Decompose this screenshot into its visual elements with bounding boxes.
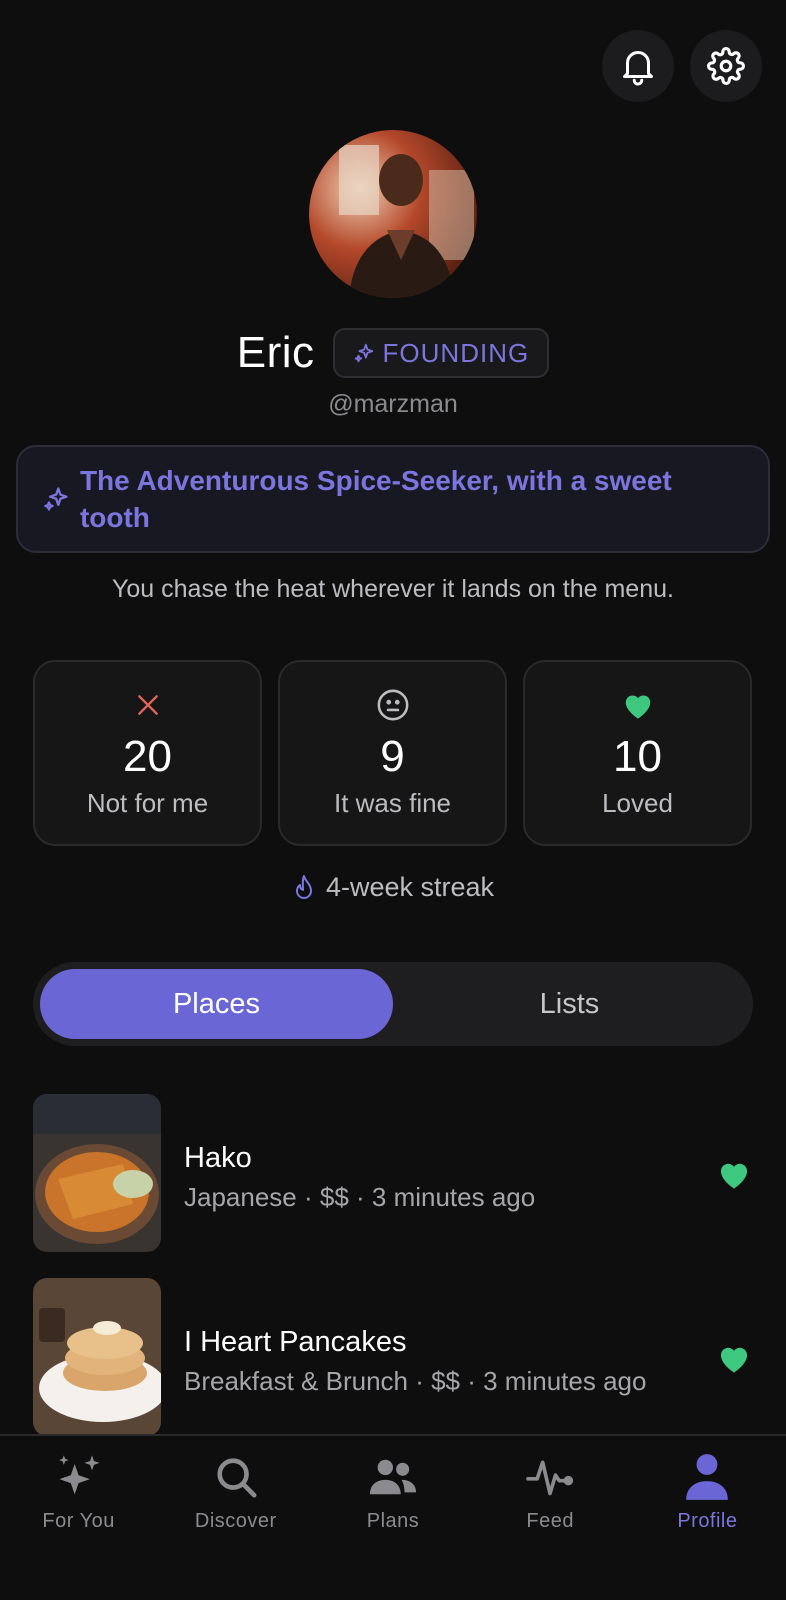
pulse-icon — [526, 1460, 574, 1496]
badge-label: FOUNDING — [382, 337, 530, 368]
tab-places[interactable]: Places — [40, 969, 393, 1039]
place-name: Hako — [184, 1142, 252, 1174]
search-icon — [217, 1458, 257, 1498]
stat-label: Loved — [602, 788, 673, 818]
bell-icon — [623, 51, 653, 86]
heart-icon — [720, 1347, 748, 1373]
notifications-button[interactable] — [602, 30, 674, 102]
x-icon — [137, 695, 158, 715]
nav-for-you[interactable]: For You — [0, 1436, 157, 1600]
place-meta: Breakfast & Brunch · $$ · 3 minutes ago — [184, 1366, 647, 1396]
stat-loved[interactable]: 10 Loved — [523, 660, 752, 846]
nav-discover[interactable]: Discover — [157, 1436, 314, 1600]
nav-label: Plans — [366, 1510, 420, 1532]
nav-plans[interactable]: Plans — [314, 1436, 471, 1600]
sparkles-icon — [58, 1455, 100, 1495]
place-photo — [33, 1278, 161, 1436]
tab-lists[interactable]: Lists — [393, 969, 746, 1039]
streak: 4-week streak — [0, 872, 786, 903]
stat-value: 9 — [380, 732, 405, 781]
nav-feed[interactable]: Feed — [472, 1436, 629, 1600]
stat-value: 10 — [613, 732, 662, 781]
stat-it-was-fine[interactable]: 9 It was fine — [278, 660, 507, 846]
nav-label: Profile — [677, 1510, 738, 1532]
list-item[interactable]: Hako Japanese · $$ · 3 minutes ago — [0, 1094, 786, 1278]
founding-badge: FOUNDING — [332, 328, 550, 378]
stat-value: 20 — [123, 732, 172, 781]
people-icon — [369, 1459, 417, 1495]
stat-label: Not for me — [86, 788, 209, 818]
bottom-nav: For You Discover Plans Feed Profile — [0, 1434, 786, 1600]
person-icon — [686, 1454, 729, 1500]
persona-card: The Adventurous Spice-Seeker, with a swe… — [16, 445, 770, 553]
stat-label: It was fine — [333, 788, 452, 818]
places-list: Hako Japanese · $$ · 3 minutes ago I Hea… — [0, 1094, 786, 1462]
gear-icon — [707, 47, 745, 85]
streak-label: 4-week streak — [325, 872, 495, 902]
nav-profile[interactable]: Profile — [629, 1436, 786, 1600]
persona-title: The Adventurous Spice-Seeker, with a swe… — [79, 465, 672, 533]
heart-icon — [625, 695, 650, 719]
stat-not-for-me[interactable]: 20 Not for me — [33, 660, 262, 846]
profile-handle: @marzman — [328, 390, 458, 418]
place-meta: Japanese · $$ · 3 minutes ago — [184, 1182, 536, 1212]
profile-name: Eric — [236, 328, 315, 377]
heart-icon — [720, 1163, 748, 1189]
nav-label: For You — [42, 1510, 115, 1532]
rating-stats: 20 Not for me 9 It was fine 10 Loved — [33, 660, 754, 846]
place-photo — [33, 1094, 161, 1252]
settings-button[interactable] — [690, 30, 762, 102]
place-name: I Heart Pancakes — [184, 1326, 407, 1358]
sparkles-icon — [354, 343, 373, 363]
flame-icon — [295, 874, 312, 899]
segmented-tabs: Places Lists — [33, 962, 753, 1046]
avatar[interactable] — [309, 130, 477, 298]
nav-label: Feed — [526, 1510, 574, 1532]
persona-description: You chase the heat wherever it lands on … — [112, 575, 674, 603]
sparkles-icon — [44, 487, 68, 511]
nav-label: Discover — [194, 1510, 277, 1532]
neutral-face-icon — [377, 689, 408, 721]
